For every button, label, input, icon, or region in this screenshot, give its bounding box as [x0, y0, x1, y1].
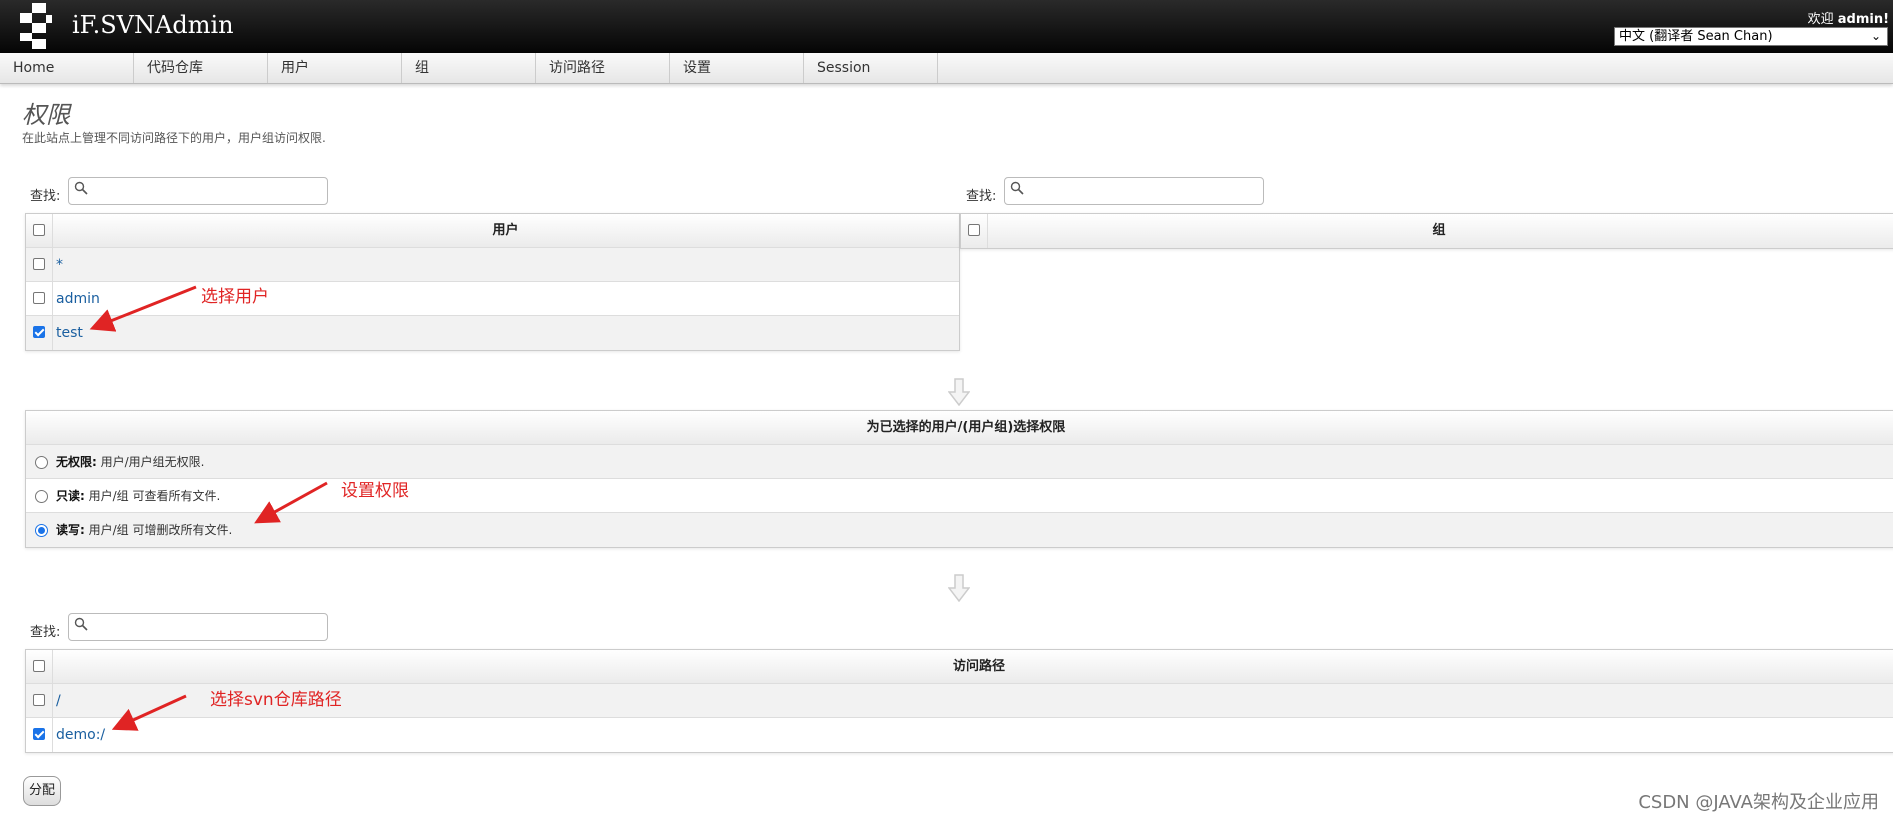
permission-option[interactable]: 读写: 用户/组 可增删改所有文件.: [26, 513, 1893, 547]
annotation-set-permission: 设置权限: [341, 481, 409, 501]
user-link[interactable]: test: [56, 316, 83, 350]
search-icon: [74, 617, 88, 631]
arrow-down-icon: [948, 574, 970, 602]
permissions-header: 为已选择的用户/(用户组)选择权限: [26, 411, 1893, 445]
nav-groups[interactable]: 组: [402, 53, 536, 83]
groups-table-header: 组: [961, 214, 1893, 248]
select-all-users-checkbox[interactable]: [33, 224, 45, 236]
permission-label: 读写:: [56, 523, 85, 537]
users-column-header: 用户: [492, 223, 519, 238]
nav-access-paths[interactable]: 访问路径: [536, 53, 670, 83]
nav-users[interactable]: 用户: [268, 53, 402, 83]
user-link[interactable]: *: [56, 248, 63, 282]
nav-home[interactable]: Home: [0, 53, 134, 83]
top-header: iF.SVNAdmin 欢迎 admin! 中文 (翻译者 Sean Chan)…: [0, 0, 1893, 53]
select-all-groups-checkbox[interactable]: [968, 224, 980, 236]
permission-desc: 用户/组 可查看所有文件.: [88, 489, 221, 503]
permissions-table: 为已选择的用户/(用户组)选择权限 无权限: 用户/用户组无权限. 只读: 用户…: [25, 410, 1893, 548]
permissions-header-text: 为已选择的用户/(用户组)选择权限: [866, 420, 1066, 435]
search-icon: [1010, 181, 1024, 195]
users-table-header: 用户: [26, 214, 959, 248]
nav-repositories[interactable]: 代码仓库: [134, 53, 268, 83]
table-row: admin: [26, 282, 959, 316]
permission-label: 无权限:: [56, 455, 97, 469]
language-select[interactable]: 中文 (翻译者 Sean Chan) ⌄: [1614, 27, 1888, 46]
user-checkbox-all[interactable]: [33, 258, 45, 270]
path-checkbox-demo[interactable]: [33, 728, 45, 740]
select-all-paths-checkbox[interactable]: [33, 660, 45, 672]
user-search-input[interactable]: [68, 177, 328, 205]
group-search-label: 查找:: [966, 189, 997, 204]
paths-table-header: 访问路径: [26, 650, 1893, 684]
arrow-down-icon: [948, 378, 970, 406]
user-checkbox-admin[interactable]: [33, 292, 45, 304]
table-row: *: [26, 248, 959, 282]
table-row: test: [26, 316, 959, 350]
read-write-radio[interactable]: [35, 524, 48, 537]
user-link[interactable]: admin: [56, 282, 100, 316]
search-icon: [74, 181, 88, 195]
paths-column-header: 访问路径: [952, 659, 1005, 674]
app-logo-icon: [20, 3, 52, 49]
path-link[interactable]: demo:/: [56, 718, 105, 752]
permission-label: 只读:: [56, 489, 85, 503]
page-description: 在此站点上管理不同访问路径下的用户，用户组访问权限.: [22, 131, 326, 145]
groups-column-header: 组: [1432, 223, 1446, 238]
username: admin!: [1837, 12, 1889, 27]
path-search-input[interactable]: [68, 613, 328, 641]
permission-option[interactable]: 只读: 用户/组 可查看所有文件.: [26, 479, 1893, 513]
watermark: CSDN @JAVA架构及企业应用: [1638, 792, 1879, 813]
user-checkbox-test[interactable]: [33, 326, 45, 338]
group-search-input[interactable]: [1004, 177, 1264, 205]
main-nav: Home 代码仓库 用户 组 访问路径 设置 Session: [0, 53, 1893, 84]
language-value: 中文 (翻译者 Sean Chan): [1619, 29, 1773, 44]
nav-session[interactable]: Session: [804, 53, 938, 83]
path-search-label: 查找:: [30, 625, 61, 640]
welcome-text: 欢迎 admin!: [1808, 8, 1889, 27]
app-title: iF.SVNAdmin: [72, 11, 234, 39]
path-link[interactable]: /: [56, 684, 61, 718]
annotation-select-user: 选择用户: [201, 287, 269, 307]
permission-desc: 用户/组 可增删改所有文件.: [88, 523, 233, 537]
welcome-prefix: 欢迎: [1807, 12, 1834, 27]
table-row: demo:/: [26, 718, 1893, 752]
users-table: 用户 * admin test: [25, 213, 960, 351]
permission-option[interactable]: 无权限: 用户/用户组无权限.: [26, 445, 1893, 479]
no-permission-radio[interactable]: [35, 456, 48, 469]
path-checkbox-root[interactable]: [33, 694, 45, 706]
chevron-down-icon: ⌄: [1870, 29, 1881, 43]
nav-settings[interactable]: 设置: [670, 53, 804, 83]
annotation-select-path: 选择svn仓库路径: [210, 690, 342, 710]
user-search-label: 查找:: [30, 189, 61, 204]
assign-button[interactable]: 分配: [23, 776, 61, 806]
groups-table: 组: [960, 213, 1893, 249]
page-title: 权限: [22, 101, 70, 129]
read-only-radio[interactable]: [35, 490, 48, 503]
permission-desc: 用户/用户组无权限.: [100, 455, 205, 469]
